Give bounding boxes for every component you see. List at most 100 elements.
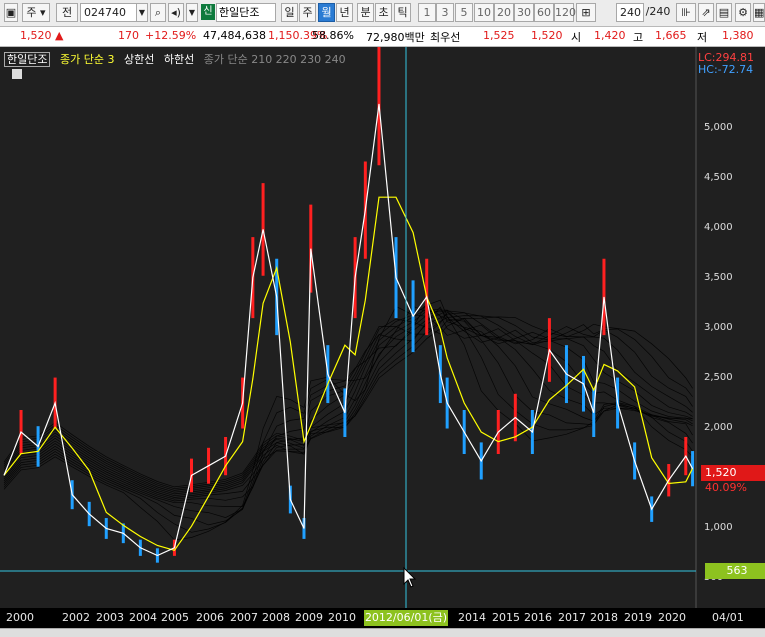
price-chart[interactable]: 한일단조 종가 단순 3 상한선 하한선 종가 단순 210 220 230 2… <box>0 47 765 608</box>
count-input[interactable]: 240 <box>616 3 644 22</box>
x-tick-label: 2018 <box>590 611 618 624</box>
interval-button-30[interactable]: 30 <box>514 3 534 22</box>
priority-label: 최우선 <box>430 31 461 44</box>
y-tick-label: 3,500 <box>704 272 733 283</box>
turnover-ratio: 58.86% <box>312 29 354 42</box>
window-menu-icon[interactable]: ▣ <box>4 3 18 22</box>
chevron-right-icon[interactable]: ⊞ <box>576 3 596 22</box>
period-tab-5[interactable]: 초 <box>375 3 392 22</box>
legend-ma-multi: 종가 단순 210 220 230 240 <box>203 53 346 66</box>
grid-icon[interactable]: ▦ <box>753 3 765 22</box>
x-tick-label: 2009 <box>295 611 323 624</box>
envelope-line <box>3 308 693 498</box>
interval-button-20[interactable]: 20 <box>494 3 514 22</box>
x-tick-label: 2014 <box>458 611 486 624</box>
bid-price: 1,520 <box>531 29 563 42</box>
x-label-right-date: 04/01 <box>712 611 744 624</box>
high-price: 1,665 <box>655 29 687 42</box>
period-tab-6[interactable]: 틱 <box>394 3 411 22</box>
interval-button-60[interactable]: 60 <box>534 3 554 22</box>
envelope-line <box>3 311 693 507</box>
envelope-line <box>3 306 693 518</box>
period-tab-1[interactable]: 주 <box>299 3 316 22</box>
sound-icon[interactable]: ◂) <box>168 3 184 22</box>
y-tick-label: 5,000 <box>704 122 733 133</box>
x-tick-label: 2008 <box>262 611 290 624</box>
high-label: 고 <box>633 31 644 44</box>
price-value: 1,520 <box>20 29 52 42</box>
x-tick-label: 2000 <box>6 611 34 624</box>
up-arrow-icon: ▲ <box>55 29 64 42</box>
period-code-select[interactable]: 주 ▾ <box>22 3 50 22</box>
x-tick-label: 2020 <box>658 611 686 624</box>
x-tick-label: 2010 <box>328 611 356 624</box>
interval-button-3[interactable]: 3 <box>436 3 454 22</box>
y-tick-label: 1,000 <box>704 522 733 533</box>
ask-price: 1,525 <box>483 29 515 42</box>
save-icon[interactable]: ▤ <box>716 3 732 22</box>
new-stock-badge: 신 <box>201 4 215 20</box>
x-tick-label: 2015 <box>492 611 520 624</box>
envelope-line <box>3 317 693 502</box>
x-tick-label: 2007 <box>230 611 258 624</box>
interval-button-1[interactable]: 1 <box>418 3 436 22</box>
last-price: 1,520 ▲ <box>20 29 63 42</box>
change-value: 170 <box>118 29 139 42</box>
envelope-line <box>3 314 693 500</box>
cursor-date-tag: 2012/06/01(금) <box>364 610 448 626</box>
legend-ma: 종가 단순 3 <box>59 53 115 66</box>
volume-value: 47,484,638 <box>203 29 266 42</box>
period-tab-0[interactable]: 일 <box>281 3 298 22</box>
x-tick-label: 2002 <box>62 611 90 624</box>
y-tick-label: 2,000 <box>704 422 733 433</box>
trade-amount: 72,980백만 <box>366 31 425 44</box>
legend-upper: 상한선 <box>123 53 155 66</box>
code-dropdown-icon[interactable]: ▼ <box>136 3 148 22</box>
count-total: /240 <box>645 5 671 18</box>
open-label: 시 <box>571 31 582 44</box>
table-icon[interactable] <box>12 69 22 79</box>
x-tick-label: 2017 <box>558 611 586 624</box>
period-tab-2[interactable]: 월 <box>318 3 335 22</box>
toolbar: ▣ 주 ▾ 전 024740 ▼ ⌕ ◂) ▼ 신 한일단조 일주월년분초틱 1… <box>0 0 765 27</box>
x-tick-label: 2006 <box>196 611 224 624</box>
period-code-label: 주 <box>26 6 37 19</box>
x-tick-label: 2005 <box>161 611 189 624</box>
interval-button-10[interactable]: 10 <box>474 3 494 22</box>
y-tick-label: 4,000 <box>704 222 733 233</box>
x-tick-label: 2003 <box>96 611 124 624</box>
search-icon[interactable]: ⌕ <box>150 3 166 22</box>
chart-canvas[interactable] <box>0 47 765 608</box>
code-value: 024740 <box>84 6 126 19</box>
period-tab-3[interactable]: 년 <box>336 3 353 22</box>
chart-type-icon[interactable]: ⊪ <box>676 3 696 22</box>
period-tab-4[interactable]: 분 <box>357 3 374 22</box>
low-label: 저 <box>697 31 708 44</box>
cursor-value-tag: 563 <box>705 563 765 579</box>
hc-value: HC:-72.74 <box>698 63 754 76</box>
envelope-line <box>3 302 693 526</box>
draw-tool-icon[interactable]: ⇗ <box>698 3 714 22</box>
quote-bar: 1,520 ▲ 170 +12.59% 47,484,638 1,150.39%… <box>0 27 765 47</box>
x-tick-label: 2019 <box>624 611 652 624</box>
y-tick-label: 2,500 <box>704 372 733 383</box>
low-price: 1,380 <box>722 29 754 42</box>
x-tick-label: 2004 <box>129 611 157 624</box>
chart-legend: 한일단조 종가 단순 3 상한선 하한선 종가 단순 210 220 230 2… <box>4 51 352 67</box>
sound-dropdown-icon[interactable]: ▼ <box>186 3 198 22</box>
type-code-select[interactable]: 전 <box>56 3 78 22</box>
stock-name-field[interactable]: 한일단조 <box>216 3 276 22</box>
legend-lower: 하한선 <box>163 53 195 66</box>
pct-tag: 40.09% <box>705 481 747 494</box>
interval-button-120[interactable]: 120 <box>554 3 576 22</box>
gear-icon[interactable]: ⚙ <box>735 3 751 22</box>
open-price: 1,420 <box>594 29 626 42</box>
y-tick-label: 4,500 <box>704 172 733 183</box>
y-tick-label: 3,000 <box>704 322 733 333</box>
x-tick-label: 2016 <box>524 611 552 624</box>
interval-button-5[interactable]: 5 <box>455 3 473 22</box>
x-axis: 2000 2002 2003 2004 2005 2006 2007 2008 2009 2010… <box>0 608 765 628</box>
change-pct: +12.59% <box>145 29 197 42</box>
type-code-label: 전 <box>61 6 73 19</box>
legend-stock-name: 한일단조 <box>4 52 51 67</box>
